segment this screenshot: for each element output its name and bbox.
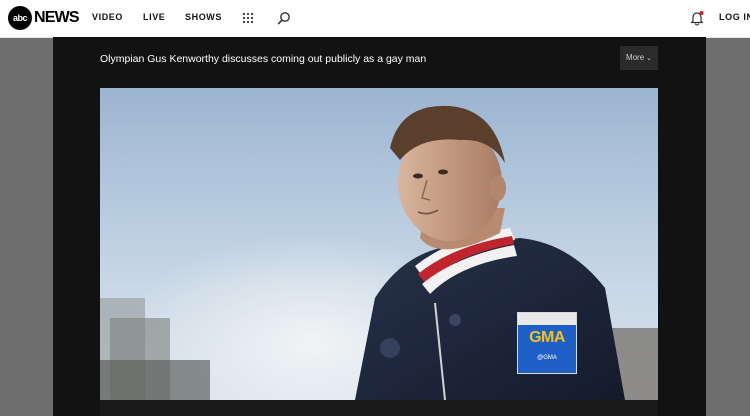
more-label: More [625, 53, 645, 62]
player-controls-bar [100, 400, 658, 416]
log-in-link[interactable]: LOG IN [719, 12, 750, 22]
gma-logo-text: GMA [529, 329, 565, 346]
video-frame[interactable]: GMA @GMA [100, 88, 658, 400]
video-title: Olympian Gus Kenworthy discusses coming … [100, 53, 427, 65]
more-button[interactable]: More ⌄ [620, 46, 658, 70]
notification-dot [699, 11, 704, 15]
gma-handle: @GMA [537, 355, 557, 361]
bell-icon[interactable] [690, 10, 704, 26]
gma-logo-badge: GMA @GMA [517, 312, 577, 374]
chevron-down-icon: ⌄ [646, 55, 653, 62]
nav-item-live[interactable]: LIVE [143, 12, 165, 22]
nav-item-shows[interactable]: SHOWS [185, 12, 222, 22]
apps-grid-icon[interactable] [242, 12, 254, 24]
news-logo-text: NEWS [34, 9, 80, 26]
top-navigation-bar: abc NEWS VIDEO LIVE SHOWS LOG IN [0, 0, 750, 38]
search-icon[interactable] [277, 11, 291, 25]
video-player: Olympian Gus Kenworthy discusses coming … [53, 37, 706, 416]
abc-logo-mark: abc [8, 6, 32, 30]
nav-item-video[interactable]: VIDEO [92, 12, 123, 22]
